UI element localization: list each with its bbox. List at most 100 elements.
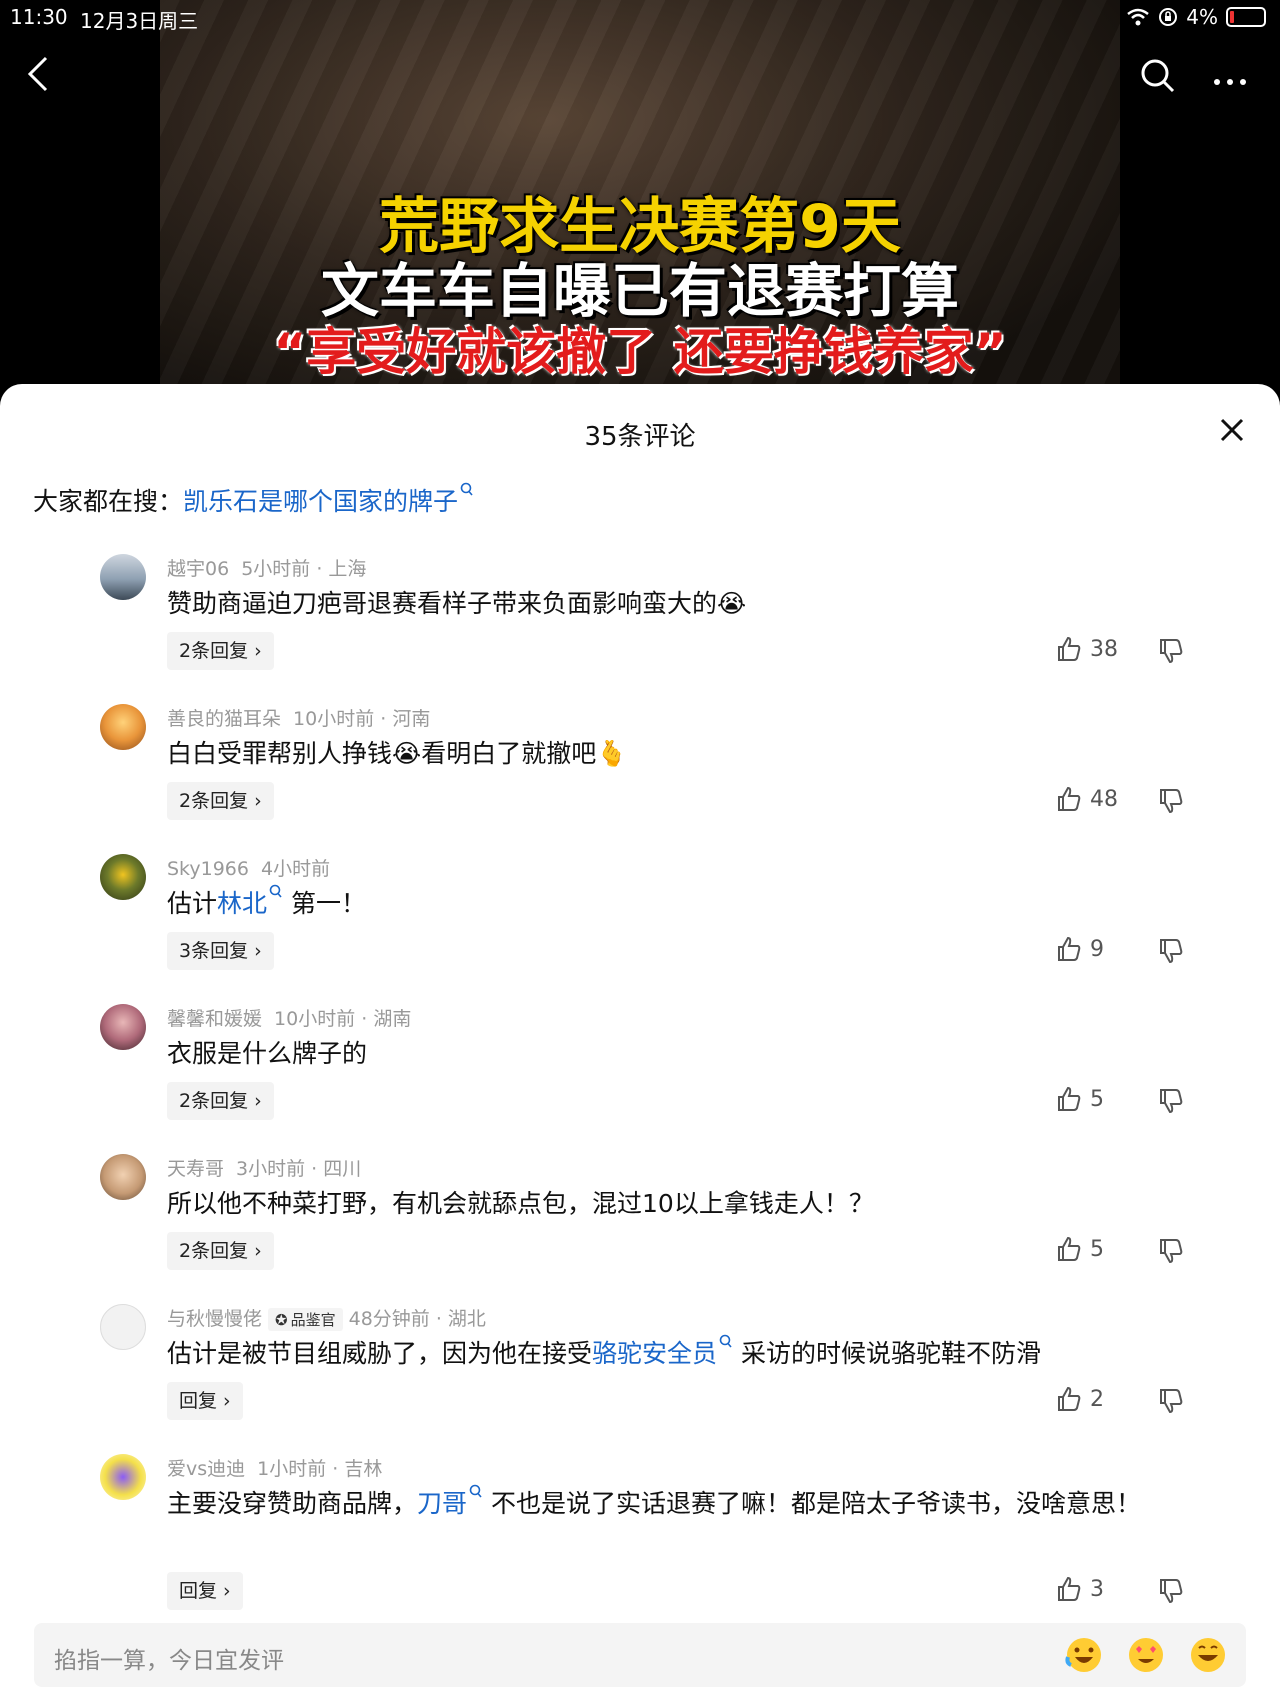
comment-time: 3小时前 xyxy=(236,1158,306,1180)
comment-meta: 爱vs迪迪 1小时前 · 吉林 xyxy=(167,1458,383,1480)
finger-heart-emoji-icon: 🫰 xyxy=(596,739,628,768)
comment-keyword-link[interactable]: 林北 xyxy=(217,889,267,918)
dislike-button[interactable] xyxy=(1158,788,1184,818)
replies-label: 2条回复 xyxy=(179,640,249,662)
comment-keyword-link[interactable]: 骆驼安全员 xyxy=(592,1339,717,1368)
hot-search: 大家都在搜：凯乐石是哪个国家的牌子 xyxy=(33,482,474,518)
comment-text: 所以他不种菜打野，有机会就舔点包，混过10以上拿钱走人！？ xyxy=(167,1189,874,1218)
comment-text-body: 赞助商逼迫刀疤哥退赛看样子带来负面影响蛮大的 xyxy=(167,589,718,618)
comment-user[interactable]: 越宇06 xyxy=(167,558,229,580)
thumbs-down-icon xyxy=(1160,1239,1183,1264)
comment-input-placeholder: 掐指一算，今日宜发评 xyxy=(54,1648,284,1674)
search-icon xyxy=(1141,59,1175,93)
comment-text: 主要没穿赞助商品牌，刀哥 不也是说了实话退赛了嘛！都是陪太子爷读书，没啥意思！ xyxy=(167,1484,1197,1524)
hot-search-prefix: 大家都在搜： xyxy=(33,487,184,516)
dislike-button[interactable] xyxy=(1158,1578,1184,1608)
comment-text-part: 白白受罪帮别人挣钱 xyxy=(167,739,393,768)
avatar[interactable] xyxy=(100,554,146,600)
dislike-button[interactable] xyxy=(1158,938,1184,968)
comment-text-part: 看明白了就撤吧 xyxy=(421,739,597,768)
dislike-button[interactable] xyxy=(1158,1088,1184,1118)
avatar[interactable] xyxy=(100,1454,146,1500)
dislike-button[interactable] xyxy=(1158,1238,1184,1268)
heart-eyes-emoji-icon[interactable] xyxy=(1126,1635,1166,1675)
like-button[interactable]: 2 xyxy=(1056,1386,1104,1412)
comment-meta: 馨馨和媛媛 10小时前 · 湖南 xyxy=(167,1008,412,1030)
reply-button[interactable]: 回复 › xyxy=(167,1382,243,1420)
more-button[interactable] xyxy=(1212,60,1248,95)
like-count: 5 xyxy=(1090,1236,1104,1262)
avatar[interactable] xyxy=(100,1004,146,1050)
like-count: 2 xyxy=(1090,1386,1104,1412)
comment-meta: 天寿哥 3小时前 · 四川 xyxy=(167,1158,362,1180)
avatar[interactable] xyxy=(100,1154,146,1200)
search-button[interactable] xyxy=(1140,58,1176,98)
thumbs-up-icon xyxy=(1058,936,1081,961)
comment-meta: 善良的猫耳朵 10小时前 · 河南 xyxy=(167,708,431,730)
view-replies-button[interactable]: 3条回复 › xyxy=(167,932,274,970)
like-button[interactable]: 3 xyxy=(1056,1576,1104,1602)
close-button[interactable] xyxy=(1212,410,1252,450)
comment-time: 10小时前 xyxy=(293,708,375,730)
thumbs-down-icon xyxy=(1160,639,1183,664)
comment-location: 四川 xyxy=(323,1158,362,1180)
search-small-icon xyxy=(719,1334,732,1348)
comment-meta: 越宇06 5小时前 · 上海 xyxy=(167,558,367,580)
comment-text: 估计林北 第一！ xyxy=(167,884,1197,924)
view-replies-button[interactable]: 2条回复 › xyxy=(167,632,274,670)
dislike-button[interactable] xyxy=(1158,1388,1184,1418)
comment-user[interactable]: Sky1966 xyxy=(167,858,249,880)
rotation-lock-icon xyxy=(1159,8,1178,26)
reply-button[interactable]: 回复 › xyxy=(167,1572,243,1610)
comment-location: 吉林 xyxy=(344,1458,383,1480)
view-replies-button[interactable]: 2条回复 › xyxy=(167,1082,274,1120)
comment-user[interactable]: 与秋慢慢佬 xyxy=(167,1308,262,1330)
replies-label: 3条回复 xyxy=(179,940,249,962)
avatar[interactable] xyxy=(100,1304,146,1350)
replies-label: 2条回复 xyxy=(179,1240,249,1262)
view-replies-button[interactable]: 2条回复 › xyxy=(167,1232,274,1270)
status-bar: 11:30 12月3日周三 4% xyxy=(0,0,1280,34)
comment-user[interactable]: 爱vs迪迪 xyxy=(167,1458,245,1480)
comment-input[interactable]: 掐指一算，今日宜发评 xyxy=(34,1623,1246,1687)
laugh-cry-emoji-icon[interactable] xyxy=(1064,1635,1104,1675)
avatar[interactable] xyxy=(100,854,146,900)
comment-text: 衣服是什么牌子的 xyxy=(167,1039,368,1068)
comment-text: 估计是被节目组威胁了，因为他在接受骆驼安全员 采访的时候说骆驼鞋不防滑 xyxy=(167,1334,1197,1374)
comment-location: 湖南 xyxy=(373,1008,412,1030)
back-button[interactable] xyxy=(26,56,50,96)
like-count: 5 xyxy=(1090,1086,1104,1112)
thumbs-up-icon xyxy=(1058,1576,1081,1601)
comment-time: 10小时前 xyxy=(274,1008,356,1030)
thumbs-down-icon xyxy=(1160,789,1183,814)
thumbs-up-icon xyxy=(1058,1236,1081,1261)
like-button[interactable]: 9 xyxy=(1056,936,1104,962)
avatar[interactable] xyxy=(100,704,146,750)
like-button[interactable]: 5 xyxy=(1056,1236,1104,1262)
comment-user[interactable]: 天寿哥 xyxy=(167,1158,224,1180)
search-small-icon xyxy=(460,482,473,496)
comment-location: 河南 xyxy=(392,708,431,730)
comment-text-part: 主要没穿赞助商品牌， xyxy=(167,1489,418,1518)
comment-text-part: 第一！ xyxy=(283,889,366,918)
thumbs-up-icon xyxy=(1058,786,1081,811)
like-button[interactable]: 38 xyxy=(1056,636,1118,662)
dislike-button[interactable] xyxy=(1158,638,1184,668)
thumbs-up-icon xyxy=(1058,1386,1081,1411)
hot-search-link[interactable]: 凯乐石是哪个国家的牌子 xyxy=(183,487,458,516)
comment-time: 48分钟前 xyxy=(348,1308,430,1330)
view-replies-button[interactable]: 2条回复 › xyxy=(167,782,274,820)
user-badge: ✪ 品鉴官 xyxy=(268,1308,343,1331)
like-button[interactable]: 48 xyxy=(1056,786,1118,812)
video-player[interactable]: 荒野求生决赛第9天 文车车自曝已有退赛打算 “享受好就该撤了 还要挣钱养家” xyxy=(0,0,1280,400)
thumbs-down-icon xyxy=(1160,1579,1183,1604)
grin-emoji-icon[interactable] xyxy=(1188,1635,1228,1675)
comment-user[interactable]: 善良的猫耳朵 xyxy=(167,708,281,730)
comment-keyword-link[interactable]: 刀哥 xyxy=(417,1489,467,1518)
chevron-left-icon xyxy=(27,56,48,92)
comment-user[interactable]: 馨馨和媛媛 xyxy=(167,1008,262,1030)
video-caption-line3: “享受好就该撤了 还要挣钱养家” xyxy=(273,323,1007,381)
more-icon xyxy=(1214,79,1246,85)
like-button[interactable]: 5 xyxy=(1056,1086,1104,1112)
comment-location: 上海 xyxy=(328,558,367,580)
